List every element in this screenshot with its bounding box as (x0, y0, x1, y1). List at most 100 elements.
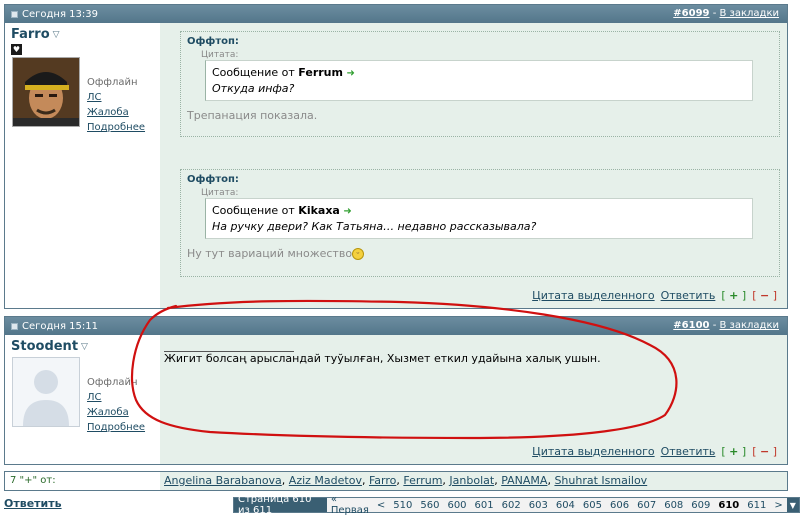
reply-button[interactable]: Ответить (661, 289, 716, 302)
thanks-user-link[interactable]: Ferrum (403, 474, 442, 487)
offtop-block: Оффтоп: Цитата: Сообщение от Kikaxa ➜ На… (180, 169, 780, 277)
thanks-user-link[interactable]: Angelina Barabanova (164, 474, 282, 487)
post-actions: Цитата выделенного Ответить [ + ] [ − ] (532, 289, 777, 302)
plus-text: + (729, 445, 739, 458)
pager-page[interactable]: 602 (497, 498, 525, 512)
thanks-count: 7 "+" от: (5, 472, 160, 490)
post-content: Оффтоп: Цитата: Сообщение от Ferrum ➜ От… (160, 23, 787, 308)
post-date: Сегодня 13:39 (11, 9, 98, 20)
user-column: Stoodent ▽ Оффлайн ЛС Жалоба Подробнее (5, 335, 160, 464)
pager-menu-icon[interactable]: ▼ (786, 498, 799, 512)
post-number-link[interactable]: #6100 (673, 320, 709, 331)
pager-page[interactable]: 611 (743, 498, 771, 512)
reply-button[interactable]: Ответить (661, 445, 716, 458)
details-link[interactable]: Подробнее (87, 420, 145, 435)
pager-page[interactable]: 601 (470, 498, 498, 512)
plus-button[interactable]: [ + ] (721, 445, 746, 458)
avatar-image (13, 58, 79, 126)
offtop-label: Оффтоп: (187, 174, 239, 185)
pm-link[interactable]: ЛС (87, 390, 145, 405)
pager-page[interactable]: 560 (416, 498, 444, 512)
post-date-text: Сегодня 15:11 (22, 320, 98, 332)
minus-button[interactable]: [ − ] (752, 445, 777, 458)
pm-link[interactable]: ЛС (87, 90, 145, 105)
quote-label: Цитата: (201, 50, 239, 60)
pager-next[interactable]: > (770, 498, 787, 512)
pager-page[interactable]: 607 (633, 498, 661, 512)
quote-author: Ferrum (298, 66, 343, 79)
pager-title: Страница 610 из 611 (234, 494, 327, 516)
plus-text: + (729, 289, 739, 302)
thanks-user-link[interactable]: Aziz Madetov (289, 474, 362, 487)
thanks-bar: 7 "+" от: Angelina Barabanova, Aziz Made… (4, 471, 788, 491)
username-text[interactable]: Stoodent (11, 339, 78, 354)
thanks-user-link[interactable]: PANAMA (501, 474, 547, 487)
separator: - (712, 8, 720, 19)
details-link[interactable]: Подробнее (87, 120, 145, 135)
pager-page[interactable]: 603 (524, 498, 552, 512)
report-link[interactable]: Жалоба (87, 105, 145, 120)
post-number-prefix: # (673, 8, 682, 19)
post-date: Сегодня 15:11 (11, 321, 98, 332)
minus-button[interactable]: [ − ] (752, 289, 777, 302)
username-text[interactable]: Farro (11, 27, 50, 42)
post-date-text: Сегодня 13:39 (22, 8, 98, 20)
post-content: Жигит болсаң арысландай туўылған, Хызмет… (160, 335, 787, 464)
view-post-icon[interactable]: ➜ (346, 68, 354, 79)
thanks-user-link[interactable]: Janbolat (449, 474, 494, 487)
post-number: 6099 (681, 8, 710, 19)
post-number-link[interactable]: #6099 (673, 8, 709, 19)
bookmark-link[interactable]: В закладки (720, 8, 780, 19)
rank-icon: ♥ (11, 44, 22, 55)
reply-thread-button[interactable]: Ответить (4, 497, 62, 510)
post-6099: Сегодня 13:39 #6099 - В закладки Farro ▽… (4, 4, 788, 309)
quote-header: Сообщение от Kikaxa ➜ (212, 203, 746, 219)
quote-author: Kikaxa (298, 204, 340, 217)
username[interactable]: Farro ▽ (11, 27, 154, 42)
report-link[interactable]: Жалоба (87, 405, 145, 420)
post-icon (11, 10, 18, 18)
post-icon (11, 322, 18, 330)
separator: - (712, 320, 720, 331)
post-number: 6100 (681, 320, 710, 331)
pager-prev[interactable]: < (372, 498, 390, 512)
post-header-right: #6099 - В закладки (673, 8, 779, 19)
smile-icon: ᵕ (352, 248, 365, 260)
pager-page[interactable]: 606 (606, 498, 634, 512)
online-status: Оффлайн (87, 77, 138, 88)
quote-text: На ручку двери? Как Татьяна… недавно рас… (212, 220, 537, 233)
pager-first[interactable]: « Первая (326, 494, 373, 516)
thanks-user-link[interactable]: Shuhrat Ismailov (554, 474, 647, 487)
pager-page[interactable]: 510 (389, 498, 417, 512)
offtop-label: Оффтоп: (187, 36, 239, 47)
pager-page[interactable]: 604 (551, 498, 579, 512)
user-menu-icon[interactable]: ▽ (81, 342, 88, 352)
offtop-text-content: Ну тут вариаций множество (187, 247, 353, 260)
thanks-user-link[interactable]: Farro (369, 474, 396, 487)
post-header: Сегодня 15:11 #6100 - В закладки (5, 317, 787, 335)
plus-button[interactable]: [ + ] (721, 289, 746, 302)
quote-selected-button[interactable]: Цитата выделенного (532, 289, 654, 302)
user-info: Оффлайн ЛС Жалоба Подробнее (87, 375, 145, 435)
pager-page[interactable]: 608 (660, 498, 688, 512)
post-header: Сегодня 13:39 #6099 - В закладки (5, 5, 787, 23)
username[interactable]: Stoodent ▽ (11, 339, 154, 354)
minus-text: − (759, 289, 770, 302)
user-column: Farro ▽ ♥ Оффлайн ЛС Жалоба Подробнее (5, 23, 160, 308)
default-avatar-icon (13, 358, 79, 426)
user-menu-icon[interactable]: ▽ (53, 30, 60, 40)
quote-selected-button[interactable]: Цитата выделенного (532, 445, 654, 458)
pager-page[interactable]: 605 (578, 498, 607, 512)
avatar[interactable] (12, 57, 80, 127)
pager-page[interactable]: 600 (443, 498, 471, 512)
pager-current-page: 610 (714, 498, 744, 512)
minus-text: − (759, 445, 770, 458)
pager-page[interactable]: 609 (687, 498, 715, 512)
bookmark-link[interactable]: В закладки (720, 320, 780, 331)
online-status: Оффлайн (87, 377, 138, 388)
quote-label: Цитата: (201, 188, 239, 198)
quote-box: Сообщение от Ferrum ➜ Откуда инфа? (205, 60, 753, 101)
pagination: Страница 610 из 611 « Первая < 510 560 6… (233, 494, 800, 516)
view-post-icon[interactable]: ➜ (343, 206, 351, 217)
avatar[interactable] (12, 357, 80, 427)
